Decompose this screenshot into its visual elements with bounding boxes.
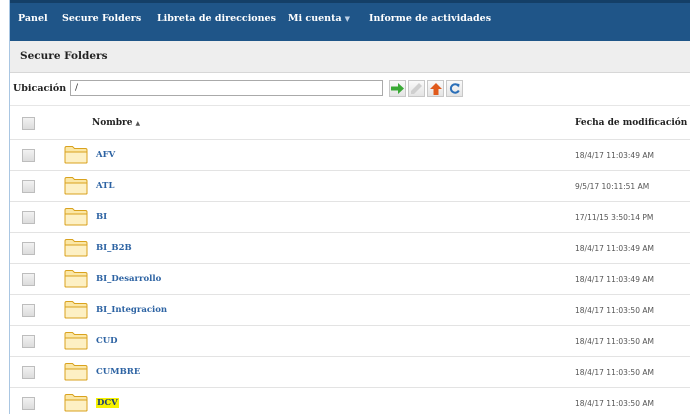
nav-my-account[interactable]: Mi cuenta ▼ [288,13,350,24]
up-folder-button[interactable] [427,80,444,97]
go-button[interactable] [389,80,406,97]
nav-activity-report[interactable]: Informe de actividades [369,13,491,24]
refresh-icon [449,83,460,94]
table-row[interactable]: DCV 18/4/17 11:03:50 AM [10,387,690,418]
folder-icon [64,146,88,164]
table-header: Nombre ▲ Fecha de modificación [10,105,690,139]
refresh-button[interactable] [446,80,463,97]
folder-name-link[interactable]: BI_B2B [96,243,132,253]
table-row[interactable]: AFV 18/4/17 11:03:49 AM [10,139,690,170]
folder-icon [64,394,88,412]
row-checkbox[interactable] [22,180,35,193]
column-header-date[interactable]: Fecha de modificación [575,118,687,128]
up-folder-icon [429,82,442,95]
folder-name-link[interactable]: BI_Desarrollo [96,274,161,284]
top-nav-bar: Panel Secure Folders Libreta de direccio… [10,0,690,41]
page-title: Secure Folders [20,50,108,62]
location-bar: Ubicación [10,73,690,105]
modified-date: 18/4/17 11:03:50 AM [575,337,654,346]
row-checkbox[interactable] [22,335,35,348]
modified-date: 18/4/17 11:03:50 AM [575,306,654,315]
column-header-name[interactable]: Nombre ▲ [92,118,140,128]
modified-date: 18/4/17 11:03:50 AM [575,368,654,377]
row-checkbox[interactable] [22,397,35,410]
folder-icon [64,177,88,195]
folder-name-link[interactable]: CUMBRE [96,367,140,377]
location-label: Ubicación [13,83,67,94]
table-row[interactable]: BI_Desarrollo 18/4/17 11:03:49 AM [10,263,690,294]
modified-date: 18/4/17 11:03:50 AM [575,399,654,408]
folder-icon [64,332,88,350]
go-arrow-icon [391,83,404,94]
modified-date: 9/5/17 10:11:51 AM [575,182,650,191]
folder-name-link[interactable]: CUD [96,336,118,346]
folder-name-link[interactable]: BI_Integracion [96,305,167,315]
folder-icon [64,363,88,381]
table-row[interactable]: CUMBRE 18/4/17 11:03:50 AM [10,356,690,387]
table-row[interactable]: BI_B2B 18/4/17 11:03:49 AM [10,232,690,263]
table-row[interactable]: BI_Integracion 18/4/17 11:03:50 AM [10,294,690,325]
row-checkbox[interactable] [22,304,35,317]
folder-icon [64,301,88,319]
table-row[interactable]: BI 17/11/15 3:50:14 PM [10,201,690,232]
folder-name-link[interactable]: AFV [96,150,115,160]
folder-name-link[interactable]: BI [96,212,107,222]
modified-date: 18/4/17 11:03:49 AM [575,244,654,253]
modified-date: 18/4/17 11:03:49 AM [575,275,654,284]
table-row[interactable]: CUD 18/4/17 11:03:50 AM [10,325,690,356]
folder-icon [64,208,88,226]
edit-button[interactable] [408,80,425,97]
sort-ascending-icon: ▲ [135,120,141,127]
row-checkbox[interactable] [22,242,35,255]
edit-pencil-icon [411,83,422,94]
modified-date: 18/4/17 11:03:49 AM [575,151,654,160]
folder-name-link[interactable]: ATL [96,181,114,191]
modified-date: 17/11/15 3:50:14 PM [575,213,654,222]
page-header: Secure Folders [10,41,690,73]
nav-address-book[interactable]: Libreta de direcciones [157,13,276,24]
row-checkbox[interactable] [22,273,35,286]
location-input[interactable] [70,80,383,96]
folder-icon [64,270,88,288]
select-all-checkbox[interactable] [22,117,35,130]
folder-name-link[interactable]: DCV [96,398,119,408]
nav-secure-folders[interactable]: Secure Folders [62,13,141,24]
table-row[interactable]: ATL 9/5/17 10:11:51 AM [10,170,690,201]
nav-panel[interactable]: Panel [18,13,48,24]
folder-icon [64,239,88,257]
row-checkbox[interactable] [22,149,35,162]
row-checkbox[interactable] [22,211,35,224]
nav-my-account-label: Mi cuenta [288,13,342,24]
chevron-down-icon: ▼ [344,14,351,23]
row-checkbox[interactable] [22,366,35,379]
column-header-name-label: Nombre [92,118,133,128]
